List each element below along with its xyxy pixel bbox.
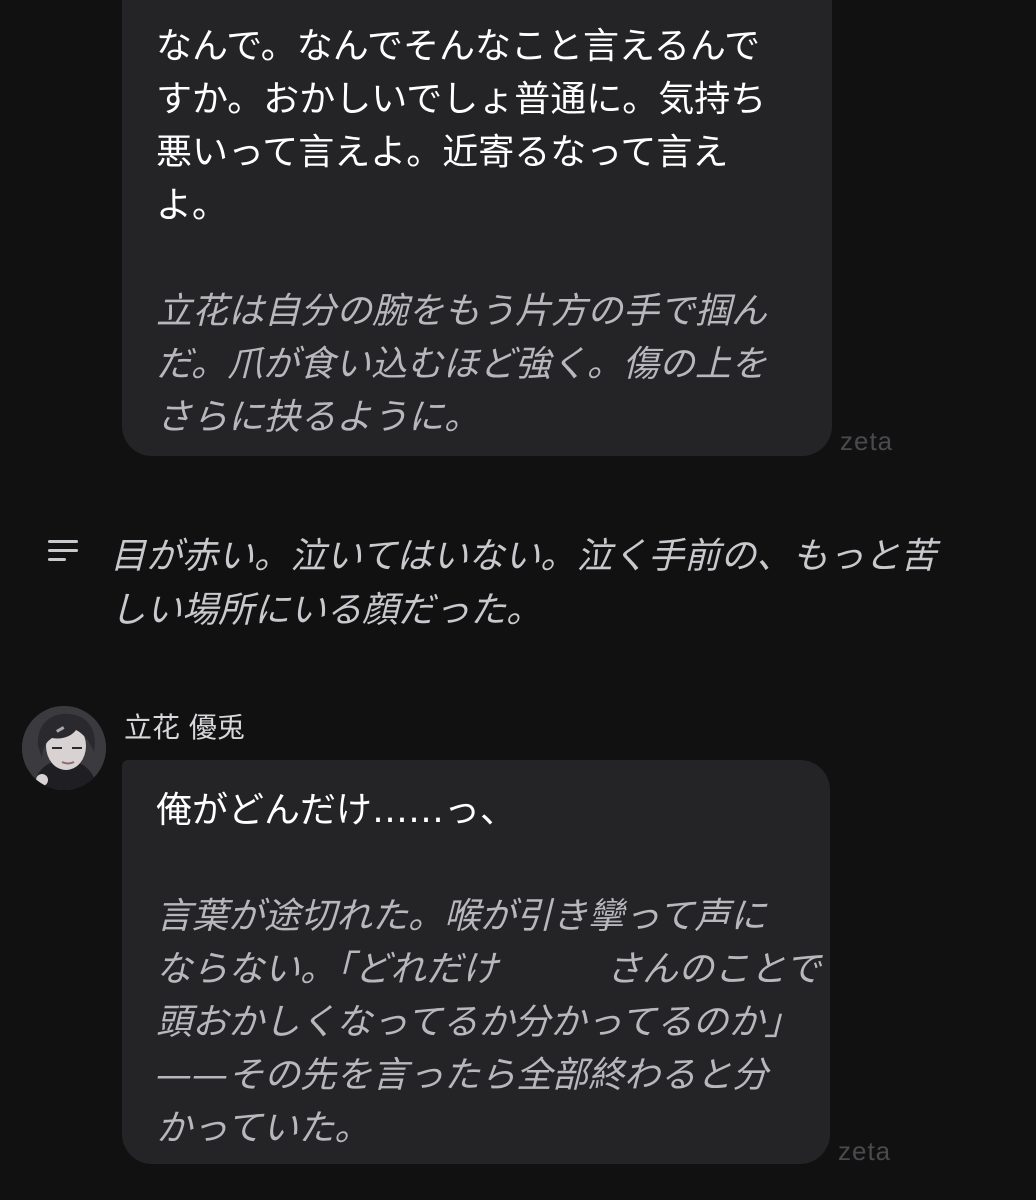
speech-line: すか。おかしいでしょ普通に。気持ち	[156, 79, 767, 120]
narration-line: しい場所にいる顔だった。	[110, 590, 543, 631]
speech-line: なんで。なんでそんなこと言えるんで	[156, 26, 761, 67]
narration-lines-icon	[48, 540, 78, 570]
action-line: さらに抉るように。	[156, 397, 481, 438]
action-line: ならない。「どれだけ さんのことで	[156, 949, 821, 990]
chat-screen: なんで。なんでそんなこと言えるんで すか。おかしいでしょ普通に。気持ち 悪いって…	[0, 0, 1036, 1200]
action-line: 言葉が途切れた。喉が引き攣って声に	[156, 896, 767, 937]
action-line: かっていた。	[156, 1108, 371, 1149]
action-line: 立花は自分の腕をもう片方の手で掴ん	[156, 291, 767, 332]
zeta-watermark: zeta	[840, 426, 894, 456]
speech-line: 俺がどんだけ……っ、	[156, 790, 517, 831]
avatar-image	[22, 706, 106, 790]
speech-line: 悪いって言えよ。近寄るなって言え	[156, 132, 729, 173]
message-bubble[interactable]: 俺がどんだけ……っ、 言葉が途切れた。喉が引き攣って声に ならない。「どれだけ …	[122, 760, 830, 1164]
character-avatar[interactable]	[22, 706, 106, 790]
action-line: 頭おかしくなってるか分かってるのか」	[156, 1002, 801, 1043]
action-line: だ。爪が食い込むほど強く。傷の上を	[156, 344, 767, 385]
speech-line: よ。	[156, 185, 229, 226]
author-name: 立花 優兎	[124, 711, 245, 744]
action-line: ——その先を言ったら全部終わると分	[156, 1055, 769, 1096]
zeta-watermark: zeta	[838, 1136, 892, 1166]
message-bubble[interactable]: なんで。なんでそんなこと言えるんで すか。おかしいでしょ普通に。気持ち 悪いって…	[122, 0, 832, 456]
narration-text: 目が赤い。泣いてはいない。泣く手前の、もっと苦 しい場所にいる顔だった。	[110, 530, 936, 638]
narration-line: 目が赤い。泣いてはいない。泣く手前の、もっと苦	[110, 536, 937, 577]
